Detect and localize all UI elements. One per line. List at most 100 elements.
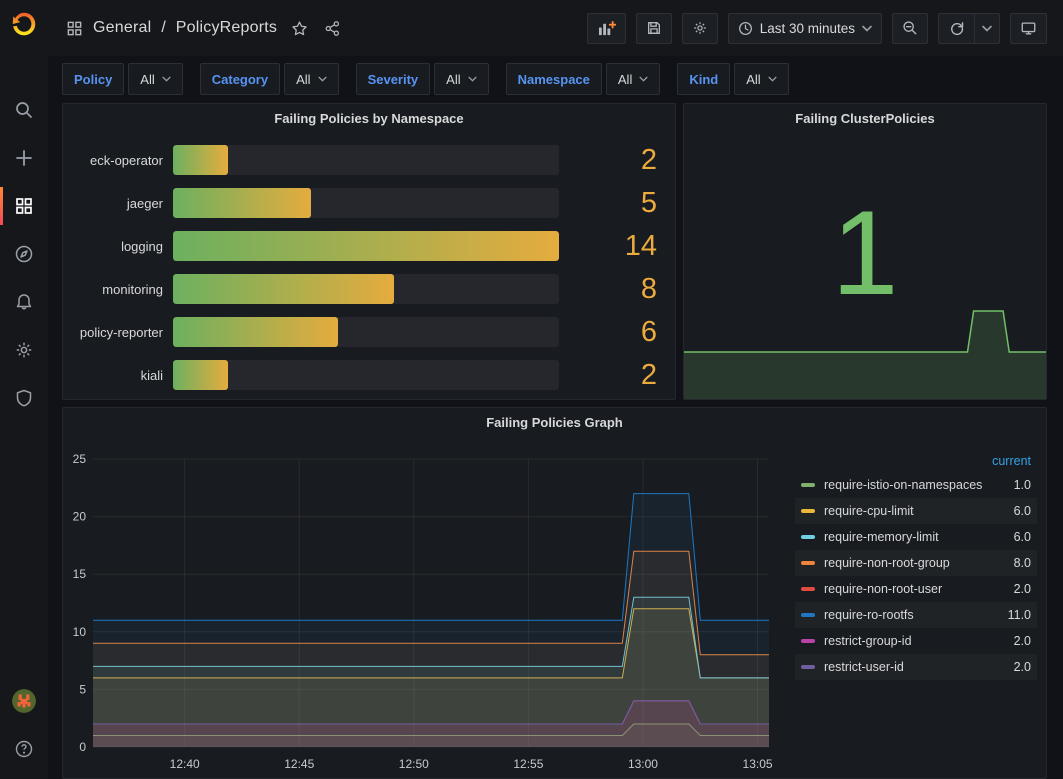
- panel-failing-policies-by-namespace: Failing Policies by Namespace eck-operat…: [62, 103, 676, 400]
- legend-series-name: require-cpu-limit: [824, 504, 987, 518]
- bar-gauge-row: kiali 2: [71, 360, 667, 390]
- save-dashboard-button[interactable]: [636, 13, 672, 44]
- filter-label: Category: [200, 63, 280, 95]
- breadcrumb-separator: /: [161, 19, 165, 37]
- bar-gauge-row: policy-reporter 6: [71, 317, 667, 347]
- bar-gauge-value: 14: [559, 230, 667, 263]
- bar-gauge-label: monitoring: [71, 282, 173, 297]
- legend-series-name: require-non-root-group: [824, 556, 987, 570]
- explore-compass-icon[interactable]: [0, 230, 48, 278]
- filter-value-dropdown[interactable]: All: [284, 63, 338, 95]
- x-axis-tick-label: 12:40: [170, 757, 200, 771]
- bar-gauge-track: [173, 188, 559, 218]
- breadcrumb[interactable]: General / PolicyReports: [66, 19, 341, 37]
- chevron-down-icon: [318, 76, 327, 82]
- bar-gauge-track: [173, 274, 559, 304]
- chevron-down-icon: [768, 76, 777, 82]
- bar-gauge-row: monitoring 8: [71, 274, 667, 304]
- legend-row[interactable]: require-non-root-user 2.0: [795, 576, 1037, 602]
- panel-failing-clusterpolicies: Failing ClusterPolicies 1: [683, 103, 1047, 400]
- panel-title[interactable]: Failing Policies Graph: [63, 408, 1046, 438]
- legend-series-name: require-istio-on-namespaces: [824, 478, 987, 492]
- bar-gauge-track: [173, 360, 559, 390]
- legend-row[interactable]: require-non-root-group 8.0: [795, 550, 1037, 576]
- filter-value-dropdown[interactable]: All: [606, 63, 660, 95]
- bar-gauge-label: jaeger: [71, 196, 173, 211]
- legend-column-header[interactable]: current: [795, 450, 1037, 472]
- configuration-gear-icon[interactable]: [0, 326, 48, 374]
- add-panel-icon: [597, 20, 616, 37]
- legend-series-current-value: 2.0: [987, 634, 1031, 648]
- legend-series-current-value: 6.0: [987, 504, 1031, 518]
- refresh-button[interactable]: [938, 13, 974, 44]
- filter-value-dropdown[interactable]: All: [734, 63, 788, 95]
- legend-row[interactable]: restrict-user-id 2.0: [795, 654, 1037, 680]
- legend-row[interactable]: require-istio-on-namespaces 1.0: [795, 472, 1037, 498]
- star-icon[interactable]: [291, 20, 308, 37]
- share-icon[interactable]: [324, 20, 341, 37]
- breadcrumb-folder[interactable]: General: [93, 19, 151, 37]
- help-icon[interactable]: [0, 725, 48, 773]
- filter-value: All: [140, 72, 154, 87]
- zoom-out-button[interactable]: [892, 13, 928, 44]
- filter-group: Kind All: [677, 63, 788, 95]
- bar-gauge-value: 5: [559, 187, 667, 220]
- chevron-down-icon: [862, 25, 872, 32]
- create-plus-icon[interactable]: [0, 134, 48, 182]
- filter-label: Severity: [356, 63, 431, 95]
- filter-group: Severity All: [356, 63, 489, 95]
- legend-series-swatch: [801, 561, 815, 565]
- panel-title[interactable]: Failing ClusterPolicies: [684, 104, 1046, 134]
- server-admin-shield-icon[interactable]: [0, 374, 48, 422]
- y-axis-tick-label: 10: [73, 625, 87, 639]
- legend-row[interactable]: restrict-group-id 2.0: [795, 628, 1037, 654]
- cycle-view-mode-button[interactable]: [1010, 13, 1047, 44]
- add-panel-button[interactable]: [587, 13, 626, 44]
- time-range-picker[interactable]: Last 30 minutes: [728, 13, 882, 44]
- bar-gauge-row: eck-operator 2: [71, 145, 667, 175]
- bar-gauge-value: 2: [559, 144, 667, 177]
- filter-label: Namespace: [506, 63, 602, 95]
- y-axis-tick-label: 15: [73, 567, 87, 581]
- bar-gauge-fill: [173, 145, 228, 175]
- refresh-interval-dropdown[interactable]: [974, 13, 1000, 44]
- clock-icon: [738, 21, 753, 36]
- settings-gear-icon: [692, 20, 708, 36]
- y-axis-tick-label: 20: [73, 510, 87, 524]
- bar-gauge-fill: [173, 274, 394, 304]
- legend-series-swatch: [801, 535, 815, 539]
- stat-big-value: 1: [684, 186, 1046, 321]
- filter-value: All: [296, 72, 310, 87]
- y-axis-tick-label: 5: [79, 682, 86, 696]
- legend-series-name: restrict-user-id: [824, 660, 987, 674]
- legend-row[interactable]: require-memory-limit 6.0: [795, 524, 1037, 550]
- grafana-logo[interactable]: [0, 0, 48, 48]
- time-range-label: Last 30 minutes: [760, 21, 855, 36]
- dashboard-settings-button[interactable]: [682, 13, 718, 44]
- filter-value: All: [746, 72, 760, 87]
- x-axis-tick-label: 13:00: [628, 757, 658, 771]
- user-avatar[interactable]: [0, 677, 48, 725]
- filter-value-dropdown[interactable]: All: [434, 63, 488, 95]
- filter-value-dropdown[interactable]: All: [128, 63, 182, 95]
- panel-title[interactable]: Failing Policies by Namespace: [63, 104, 675, 134]
- chevron-down-icon: [468, 76, 477, 82]
- panel-failing-policies-graph: Failing Policies Graph 051015202512:4012…: [62, 407, 1047, 779]
- filter-group: Namespace All: [506, 63, 661, 95]
- stat-sparkline: [684, 309, 1046, 399]
- legend-row[interactable]: require-ro-rootfs 11.0: [795, 602, 1037, 628]
- bar-gauge-track: [173, 145, 559, 175]
- time-series-plot[interactable]: 051015202512:4012:4512:5012:5513:0013:05: [71, 448, 787, 778]
- top-navbar: General / PolicyReports Last 30 minutes: [48, 0, 1063, 56]
- bar-gauge-label: kiali: [71, 368, 173, 383]
- legend-series-current-value: 11.0: [987, 608, 1031, 622]
- dashboards-grid-icon[interactable]: [0, 182, 48, 230]
- legend-row[interactable]: require-cpu-limit 6.0: [795, 498, 1037, 524]
- search-icon[interactable]: [0, 86, 48, 134]
- breadcrumb-title[interactable]: PolicyReports: [176, 19, 277, 37]
- alerting-bell-icon[interactable]: [0, 278, 48, 326]
- legend-series-current-value: 2.0: [987, 660, 1031, 674]
- chevron-down-icon: [982, 25, 992, 32]
- apps-grid-icon: [66, 20, 83, 37]
- legend-series-name: restrict-group-id: [824, 634, 987, 648]
